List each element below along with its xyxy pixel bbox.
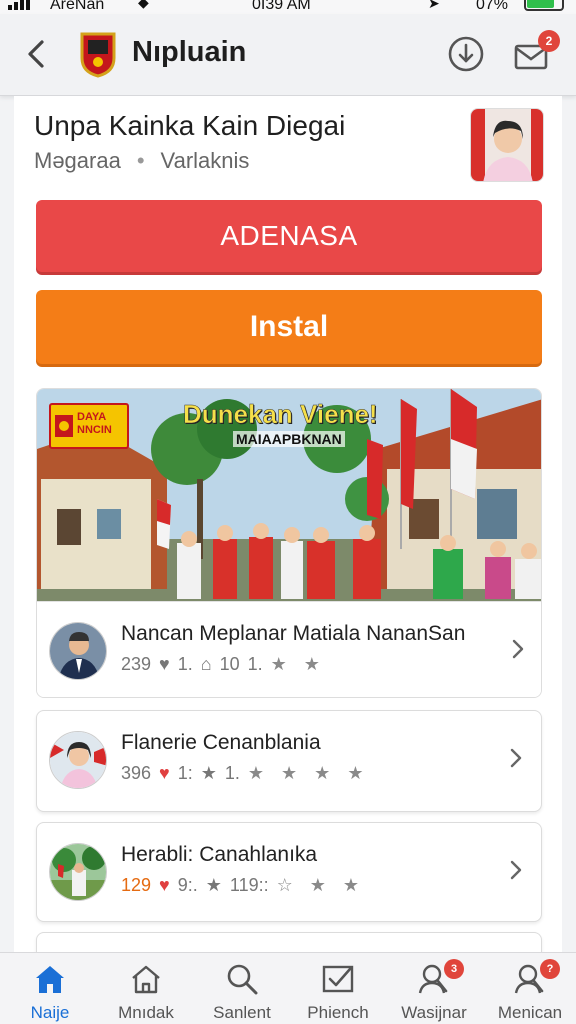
tab-wasijnar[interactable]: 3 Wasijnar	[386, 953, 482, 1024]
meta-subcategory: Varlaknis	[160, 148, 250, 173]
star-rating-icon: ☆ ★ ★	[276, 875, 366, 895]
signal-icon	[8, 0, 30, 10]
heart-icon: ♥	[159, 763, 170, 783]
tab-label: Phiench	[307, 1003, 369, 1022]
featured-card[interactable]: DAYA NNCIN Dunekan Viene! MAIAAPBKNAN Nan…	[36, 388, 542, 698]
clock: 0I39 AM	[252, 0, 311, 13]
battery-icon	[524, 0, 564, 11]
app-title: Nıpluain	[132, 36, 247, 68]
home-icon	[36, 966, 64, 993]
item-likes: 9:.	[177, 875, 198, 895]
tab-badge: 3	[444, 959, 464, 979]
tab-phiench[interactable]: Phiench	[290, 953, 386, 1024]
checkbox-icon	[322, 965, 354, 993]
item-stats: 396 ♥ 1: ★ 1. ★ ★ ★ ★	[121, 763, 369, 784]
item-likes: 1:	[177, 763, 193, 783]
lock-icon: ⌂	[200, 654, 212, 674]
tab-label: Sanlent	[213, 1003, 271, 1022]
chevron-right-icon	[510, 748, 522, 768]
meta-separator: •	[136, 148, 145, 173]
item-avatar	[49, 622, 107, 680]
item-count: 396	[121, 763, 152, 783]
item-count: 129	[121, 875, 152, 895]
bottom-tab-bar: Naije Mnıdak Sanlent Phiench 3 Wasijnar	[0, 952, 576, 1024]
content-panel: Unpa Kainka Kain Diegai Məgaraa • Varlakni…	[14, 96, 562, 972]
tab-label: Naije	[30, 1003, 70, 1022]
install-button[interactable]: Instal	[36, 290, 542, 364]
search-icon	[227, 964, 258, 995]
mail-badge: 2	[538, 30, 560, 52]
star-icon: ★	[200, 763, 217, 783]
meta-category: Məgaraa	[34, 148, 121, 173]
item-avatar	[49, 843, 107, 901]
tab-search[interactable]: Sanlent	[194, 953, 290, 1024]
tab-home[interactable]: Naije	[2, 953, 98, 1024]
item-title: Herabli: Canahlanıka	[121, 843, 318, 866]
carrier-name: AreNan	[50, 0, 105, 13]
list-item[interactable]: Herabli: Canahlanıka 129 ♥ 9:. ★ 119:: ☆ ★…	[36, 822, 542, 922]
item-count: 239	[121, 654, 152, 674]
item-extra: 1.	[224, 763, 240, 783]
item-avatar	[49, 731, 107, 789]
tab-label: Wasijnar	[401, 1003, 467, 1022]
list-item[interactable]: Flanerie Cenanblania 396 ♥ 1: ★ 1. ★ ★ ★ ★	[36, 710, 542, 812]
item-title: Flanerie Cenanblania	[121, 731, 321, 754]
heart-icon: ♥	[159, 654, 170, 674]
tab-label: Menican	[497, 1003, 563, 1022]
battery-percent: 07%	[476, 0, 509, 13]
tab-menican[interactable]: ? Menican	[482, 953, 576, 1024]
page-meta: Məgaraa • Varlaknis	[34, 148, 249, 174]
tab-badge: ?	[540, 959, 560, 979]
tab-mnidak[interactable]: Mnıdak	[98, 953, 194, 1024]
house-outline-icon	[132, 965, 160, 994]
item-shares: 10	[219, 654, 240, 674]
download-icon[interactable]	[446, 34, 486, 74]
heart-icon: ♥	[159, 875, 170, 895]
list-item[interactable]: Nancan Meplanar Matiala NananSan 239 ♥ 1.…	[37, 601, 541, 697]
status-bar: AreNan ◆ 0I39 AM ➤ 07%	[0, 0, 576, 14]
item-extra: 1.	[247, 654, 263, 674]
hero-image: DAYA NNCIN Dunekan Viene! MAIAAPBKNAN	[37, 389, 541, 601]
tab-label: Mnıdak	[118, 1003, 174, 1022]
app-header: Nıpluain 2	[0, 14, 576, 96]
back-chevron-icon[interactable]	[22, 36, 50, 72]
chevron-right-icon	[512, 639, 524, 659]
item-likes: 1.	[177, 654, 193, 674]
chevron-right-icon	[510, 860, 522, 880]
hero-sign: DAYA NNCIN	[49, 403, 129, 449]
app-logo	[80, 32, 116, 78]
item-stats: 239 ♥ 1. ⌂ 10 1. ★ ★	[121, 654, 326, 675]
primary-action-button[interactable]: ADENASA	[36, 200, 542, 272]
hero-sign-line2: NNCIN	[77, 424, 112, 436]
item-title: Nancan Meplanar Matiala NananSan	[121, 622, 466, 645]
hero-subtitle: MAIAAPBKNAN	[233, 431, 345, 447]
hero-title: Dunekan Viene!	[183, 399, 378, 430]
page-title: Unpa Kainka Kain Diegai	[34, 110, 346, 141]
item-stats: 129 ♥ 9:. ★ 119:: ☆ ★ ★	[121, 875, 365, 896]
profile-avatar[interactable]	[470, 108, 544, 182]
hero-sign-line1: DAYA	[77, 411, 107, 423]
location-arrow-icon: ➤	[428, 0, 440, 11]
star-icon: ★	[205, 875, 222, 895]
item-extra: 119::	[229, 875, 269, 895]
star-rating-icon: ★ ★	[270, 654, 326, 674]
wifi-icon: ◆	[138, 0, 149, 10]
star-rating-icon: ★ ★ ★ ★	[247, 763, 370, 783]
